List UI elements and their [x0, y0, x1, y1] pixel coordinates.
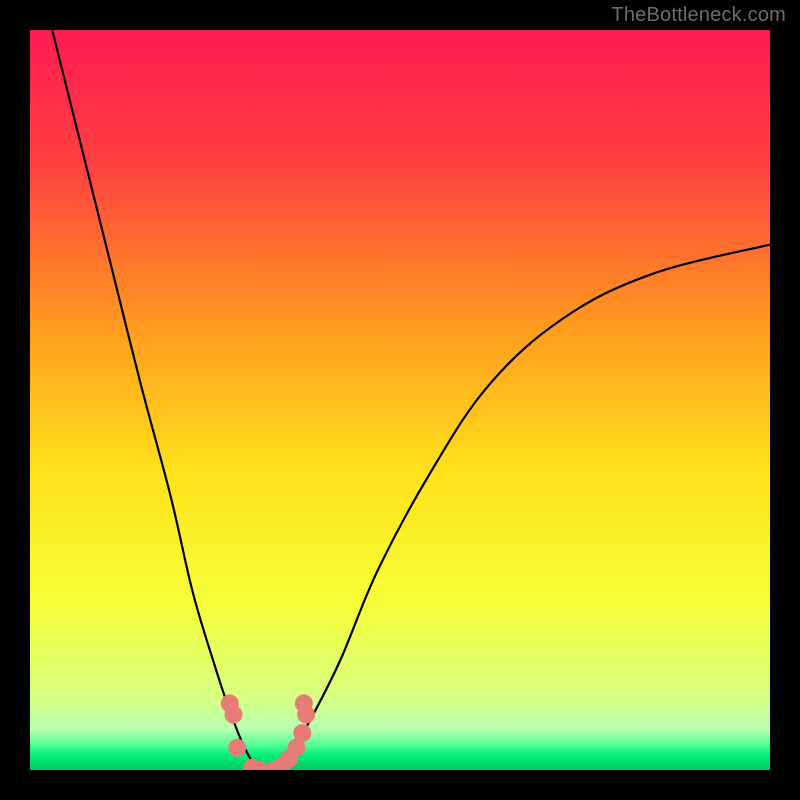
marker-dot: [228, 739, 246, 757]
plot-background: [30, 30, 770, 770]
watermark-text: TheBottleneck.com: [611, 4, 786, 27]
marker-dot: [295, 694, 313, 712]
marker-dot: [225, 706, 243, 724]
bottleneck-chart: [0, 0, 800, 800]
marker-dot: [293, 724, 311, 742]
chart-frame: TheBottleneck.com: [0, 0, 800, 800]
